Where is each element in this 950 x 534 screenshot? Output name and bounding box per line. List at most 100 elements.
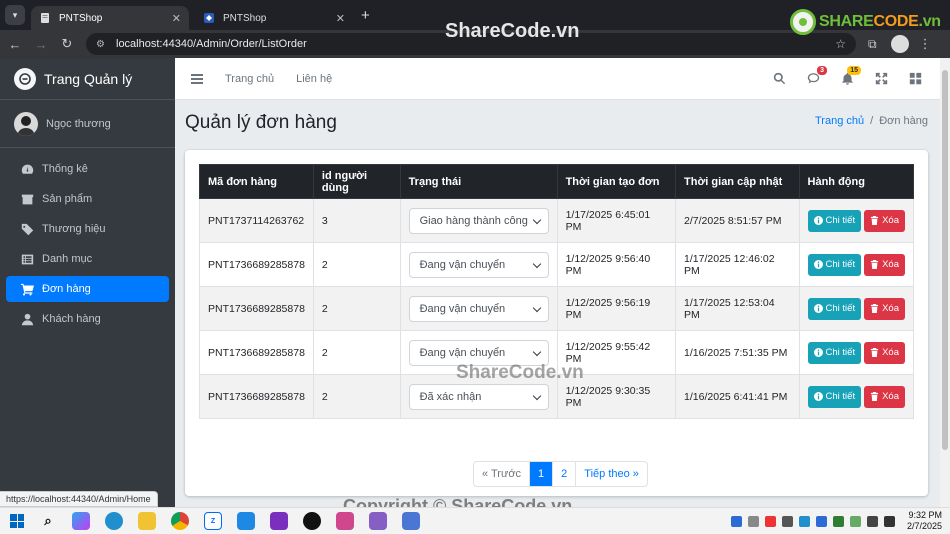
order-status-cell: Đang vận chuyển <box>399 286 558 331</box>
tab-close-icon[interactable]: ✕ <box>336 12 345 25</box>
gauge-icon <box>20 162 34 176</box>
order-delete-button[interactable]: Xóa <box>864 253 905 276</box>
breadcrumb: Trang chủ / Đơn hàng <box>815 115 928 127</box>
order-user-id: 2 <box>312 286 401 331</box>
user-name: Ngọc thương <box>46 117 111 130</box>
wifi-icon[interactable] <box>866 515 878 527</box>
order-actions-cell: Chi tiết Xóa <box>798 242 915 287</box>
messages-icon[interactable]: 3 <box>806 65 827 86</box>
order-detail-button[interactable]: Chi tiết <box>807 297 862 320</box>
hamburger-menu-icon[interactable] <box>191 73 203 84</box>
vscode-icon[interactable] <box>237 512 255 530</box>
sidebar-item-customers[interactable]: Khách hàng <box>6 306 169 332</box>
order-detail-button[interactable]: Chi tiết <box>807 253 862 276</box>
scrollbar-thumb[interactable] <box>942 70 948 450</box>
sidebar-item-orders[interactable]: Đơn hàng <box>6 276 169 302</box>
col-created: Thời gian tạo đơn <box>556 164 677 199</box>
edge-icon[interactable] <box>105 512 123 530</box>
sidebar-item-categories[interactable]: Danh mục <box>6 246 169 272</box>
profile-avatar[interactable] <box>890 35 909 53</box>
zalo-icon[interactable]: Z <box>204 512 222 530</box>
sidebar-user-panel[interactable]: Ngọc thương <box>0 100 175 148</box>
copilot-icon[interactable] <box>72 512 90 530</box>
list-icon <box>20 252 34 266</box>
tray-app-icon[interactable] <box>849 515 861 527</box>
order-status-select[interactable]: Đang vận chuyển <box>408 339 549 366</box>
grid-apps-icon[interactable] <box>908 72 922 86</box>
sidebar-item-products[interactable]: Sản phẩm <box>6 186 169 212</box>
extensions-puzzle-icon[interactable]: ⧉ <box>868 37 877 52</box>
bell-icon[interactable]: 15 <box>840 65 861 86</box>
forward-arrow-icon[interactable]: → <box>30 33 52 55</box>
orders-table: Mã đơn hàng id người dùng Trạng thái Thờ… <box>199 164 915 419</box>
order-status-value: Đã xác nhận <box>419 390 482 403</box>
tray-app-icon[interactable] <box>747 515 759 527</box>
page-scrollbar[interactable] <box>940 58 950 507</box>
tray-app-icon[interactable] <box>832 515 844 527</box>
chevron-down-icon <box>532 303 541 312</box>
windows-start-icon[interactable] <box>10 514 24 528</box>
order-user-id: 2 <box>312 242 401 287</box>
fullscreen-icon[interactable] <box>874 72 888 86</box>
browser-tab-active[interactable]: PNTShop ✕ <box>31 6 189 30</box>
trash-icon <box>870 216 879 225</box>
search-taskbar-icon[interactable]: ⌕ <box>39 512 57 530</box>
browser-menu-icon[interactable]: ⋮ <box>919 36 932 52</box>
taskbar-clock[interactable]: 9:32 PM 2/7/2025 <box>907 510 942 532</box>
breadcrumb-home[interactable]: Trang chủ <box>815 115 864 127</box>
address-bar[interactable]: ⚙ localhost:44340/Admin/Order/ListOrder … <box>86 33 856 55</box>
nav-link-contact[interactable]: Liên hệ <box>296 73 332 85</box>
pagination-next[interactable]: Tiếp theo » <box>575 462 647 486</box>
tab-search-chevron-icon[interactable]: ▾ <box>5 5 25 25</box>
visual-studio-icon[interactable] <box>369 512 387 530</box>
new-tab-button[interactable]: + <box>361 7 370 24</box>
sidebar-brand[interactable]: Trang Quản lý <box>0 58 175 100</box>
tab-close-icon[interactable]: ✕ <box>172 12 181 25</box>
battery-icon[interactable] <box>883 515 895 527</box>
order-delete-label: Xóa <box>882 303 899 314</box>
pagination-page-1[interactable]: 1 <box>529 462 553 486</box>
file-explorer-icon[interactable] <box>138 512 156 530</box>
order-status-select[interactable]: Giao hàng thành công <box>408 207 549 234</box>
back-arrow-icon[interactable]: ← <box>4 33 26 55</box>
jetbrains-icon[interactable] <box>270 512 288 530</box>
tray-app-icon[interactable] <box>730 515 742 527</box>
browser-tab[interactable]: PNTShop ✕ <box>195 6 353 30</box>
order-user-id: 2 <box>312 374 401 419</box>
chrome-icon[interactable] <box>171 512 189 530</box>
order-delete-button[interactable]: Xóa <box>864 297 905 320</box>
tray-app-icon[interactable] <box>798 515 810 527</box>
order-status-value: Giao hàng thành công <box>419 214 528 227</box>
table-row: PNT1737114263762 3 Giao hàng thành công 1/1… <box>199 198 915 243</box>
tray-app-icon[interactable] <box>764 515 776 527</box>
order-status-select[interactable]: Đã xác nhận <box>408 383 549 410</box>
nav-link-home[interactable]: Trang chủ <box>225 73 274 85</box>
order-actions-cell: Chi tiết Xóa <box>798 198 915 243</box>
order-delete-label: Xóa <box>882 391 899 402</box>
pagination-prev[interactable]: « Trước <box>474 462 529 486</box>
address-url[interactable]: localhost:44340/Admin/Order/ListOrder <box>116 38 835 50</box>
site-info-icon[interactable]: ⚙ <box>96 38 108 50</box>
order-delete-button[interactable]: Xóa <box>864 385 905 408</box>
order-status-select[interactable]: Đang vận chuyển <box>408 295 549 322</box>
chatgpt-icon[interactable] <box>303 512 321 530</box>
order-detail-button[interactable]: Chi tiết <box>807 385 862 408</box>
search-icon[interactable] <box>772 72 786 86</box>
order-delete-button[interactable]: Xóa <box>864 209 905 232</box>
reload-icon[interactable]: ↻ <box>56 33 78 55</box>
app-icon-2[interactable] <box>402 512 420 530</box>
bookmark-star-icon[interactable]: ☆ <box>835 37 846 51</box>
order-detail-button[interactable]: Chi tiết <box>807 209 862 232</box>
box-icon <box>20 192 34 206</box>
pagination-page-2[interactable]: 2 <box>552 462 575 486</box>
app-icon[interactable] <box>336 512 354 530</box>
order-delete-button[interactable]: Xóa <box>864 341 905 364</box>
col-status: Trạng thái <box>399 164 558 199</box>
bluetooth-icon[interactable] <box>815 515 827 527</box>
order-status-select[interactable]: Đang vận chuyển <box>408 251 549 278</box>
sidebar-item-dashboard[interactable]: Thống kê <box>6 156 169 182</box>
link-status-bar: https://localhost:44340/Admin/Home <box>0 491 158 507</box>
order-detail-button[interactable]: Chi tiết <box>807 341 862 364</box>
volume-icon[interactable] <box>781 515 793 527</box>
sidebar-item-brands[interactable]: Thương hiệu <box>6 216 169 242</box>
